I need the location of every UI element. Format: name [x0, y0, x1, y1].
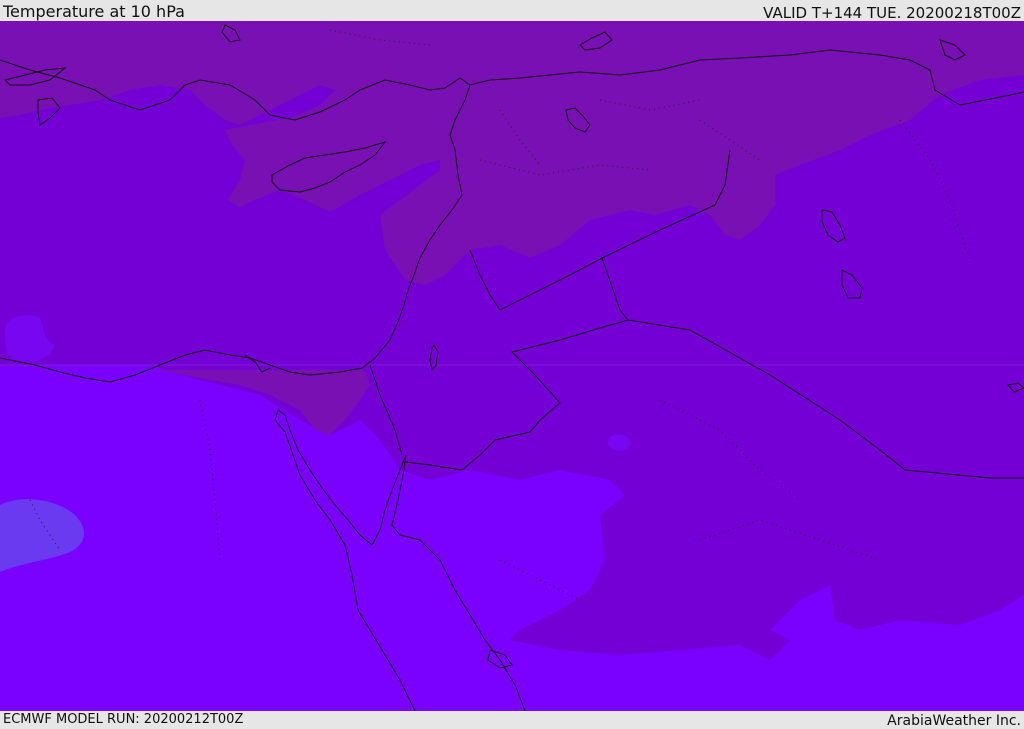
model-run-label: ECMWF MODEL RUN: 20200212T00Z	[3, 712, 244, 727]
valid-time-label: VALID T+144 TUE. 20200218T00Z	[763, 4, 1021, 22]
footer-bar: ECMWF MODEL RUN: 20200212T00Z ArabiaWeat…	[0, 711, 1024, 729]
temperature-map	[0, 21, 1024, 711]
map-canvas	[0, 21, 1024, 711]
header-bar: Temperature at 10 hPa VALID T+144 TUE. 2…	[0, 0, 1024, 21]
credit-label: ArabiaWeather Inc.	[887, 713, 1021, 729]
map-title: Temperature at 10 hPa	[3, 2, 185, 21]
